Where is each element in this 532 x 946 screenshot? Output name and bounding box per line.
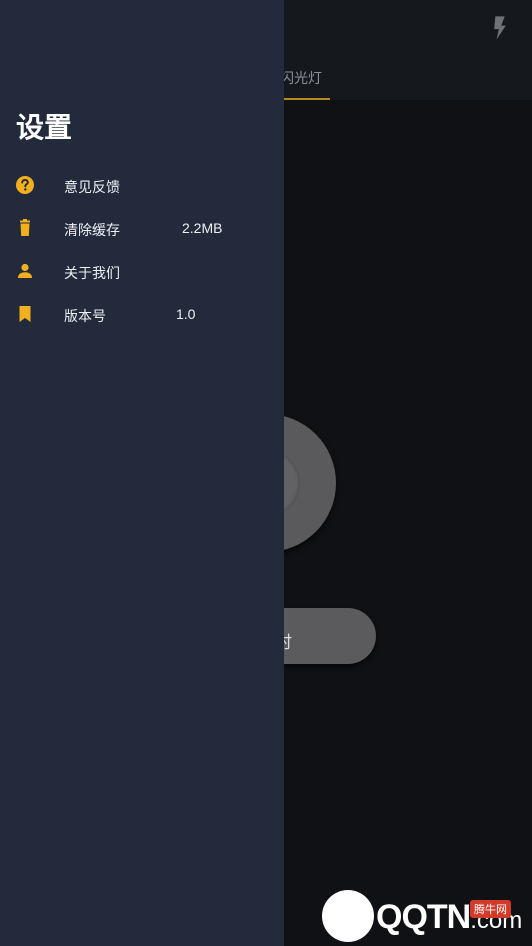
help-icon (16, 176, 34, 194)
watermark-badge: 腾牛网 (470, 900, 511, 918)
drawer-title: 设置 (16, 112, 73, 143)
watermark-logo (322, 890, 374, 942)
menu-label-version: 版本号 (64, 308, 106, 324)
flash-icon[interactable] (486, 14, 514, 42)
menu-label-clear-cache: 清除缓存 (64, 222, 120, 238)
qqtn-watermark: QQTN.com 腾牛网 (322, 880, 532, 946)
menu-item-version[interactable]: 版本号 1.0 (0, 293, 284, 333)
menu-item-feedback[interactable]: 意见反馈 (0, 164, 284, 204)
tab-flashlight[interactable]: 闪光灯 (280, 68, 322, 88)
cache-size-value: 2.2MB (182, 220, 223, 236)
trash-icon (20, 219, 30, 236)
settings-drawer: 设置 意见反馈 清除缓存 2.2MB 关于我们 版本号 1.0 (0, 0, 284, 946)
bookmark-icon (19, 306, 31, 322)
menu-item-clear-cache[interactable]: 清除缓存 2.2MB (0, 207, 284, 247)
version-value: 1.0 (176, 306, 196, 322)
person-icon (18, 263, 32, 278)
menu-label-feedback: 意见反馈 (64, 179, 120, 195)
menu-label-about-us: 关于我们 (64, 265, 120, 281)
menu-item-about-us[interactable]: 关于我们 (0, 250, 284, 290)
tab-indicator (280, 98, 330, 100)
